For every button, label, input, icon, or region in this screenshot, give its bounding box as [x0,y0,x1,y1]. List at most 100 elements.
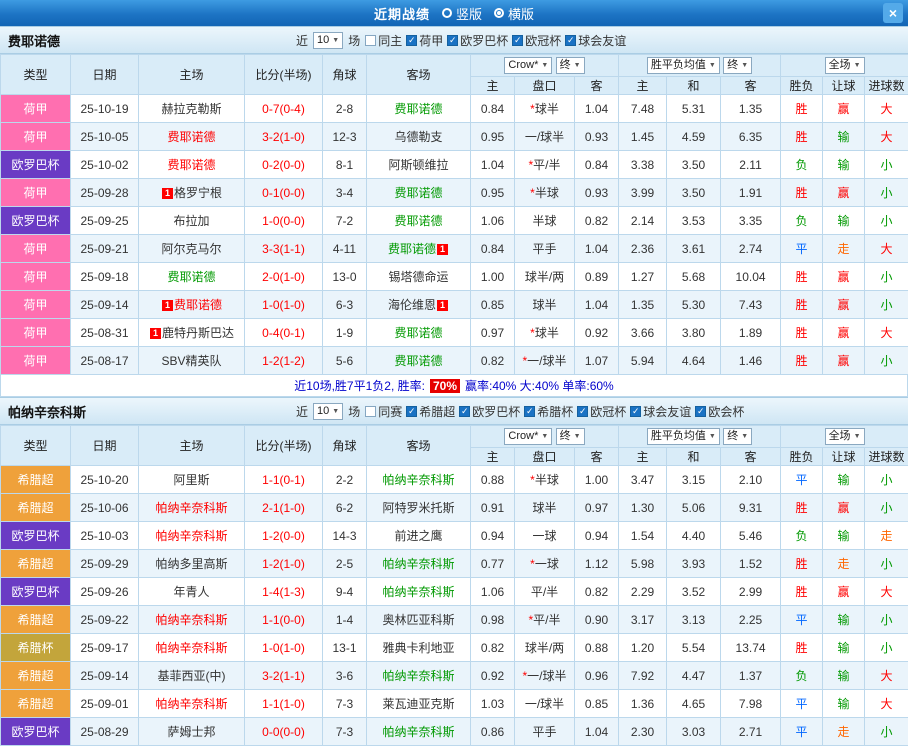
dropdown-arrow-icon: ▼ [332,407,340,415]
euro-draw-odds: 5.06 [666,493,722,522]
filter-checkbox-欧罗巴杯[interactable]: ✓ 欧罗巴杯 [447,32,508,49]
odds-company-select[interactable]: Crow* ▼ [504,57,553,74]
match-score: 1-0(0-0) [244,206,323,235]
filter-checkbox-欧冠杯[interactable]: ✓ 欧冠杯 [577,403,626,420]
filter-checkbox-希腊杯[interactable]: ✓ 希腊杯 [524,403,573,420]
asian-handicap: *一/球半 [514,346,575,375]
match-row: 希腊超 25-09-29 帕纳多里高斯 1-2(1-0) 2-5 帕纳辛奈科斯 0.77 *一… [0,549,908,578]
odds-time-select[interactable]: 终 ▼ [555,428,585,445]
col-result-goals: 进球数 [864,76,908,95]
match-score: 1-1(0-1) [244,465,323,494]
filter-checkbox-荷甲[interactable]: ✓ 荷甲 [406,32,443,49]
euro-odds-select[interactable]: 胜平负均值 ▼ [646,428,720,445]
checkbox-checked-icon: ✓ [577,405,589,417]
scope-select[interactable]: 全场 ▼ [824,428,865,445]
league-badge: 欧罗巴杯 [0,577,71,606]
checkbox-label: 希腊超 [419,404,456,419]
match-score: 0-4(0-1) [244,318,323,347]
filter-checkbox-同主[interactable]: 同主 [365,32,402,49]
euro-away-odds: 2.10 [720,465,782,494]
col-result-wdl: 胜负 [780,76,824,95]
team-name: 费耶诺德 [167,270,216,284]
col-asian-handicap: 盘口 [514,76,575,95]
result-handicap: 赢 [822,178,866,207]
close-button[interactable]: × [883,3,903,23]
euro-away-odds: 7.43 [720,290,782,319]
asian-handicap: *一/球半 [514,661,575,690]
checkbox-label: 球会友谊 [643,404,692,419]
euro-away-odds: 1.89 [720,318,782,347]
result-wdl: 负 [780,206,824,235]
filter-checkbox-球会友谊[interactable]: ✓ 球会友谊 [630,403,691,420]
odds-company-select[interactable]: Crow* ▼ [504,428,553,445]
filter-checkbox-球会友谊[interactable]: ✓ 球会友谊 [565,32,626,49]
euro-odds-group: 胜平负均值 ▼ 终 ▼ [618,54,782,77]
team-name: 费耶诺德 [173,298,222,312]
league-badge: 欧罗巴杯 [0,717,71,746]
filter-checkbox-欧冠杯[interactable]: ✓ 欧冠杯 [512,32,561,49]
result-goals: 小 [864,290,908,319]
layout-option-horizontal[interactable]: 横版 [494,4,534,23]
euro-time-select[interactable]: 终 ▼ [723,57,753,74]
result-goals: 小 [864,178,908,207]
league-badge: 荷甲 [0,122,71,151]
corner-score: 14-3 [322,521,367,550]
euro-away-odds: 10.04 [720,262,782,291]
asian-home-odds: 0.95 [470,178,515,207]
asian-home-odds: 0.94 [470,521,515,550]
home-team-cell: SBV精英队 [138,346,245,375]
match-score: 1-1(1-0) [244,689,323,718]
result-goals: 小 [864,605,908,634]
checkbox-label: 希腊杯 [537,404,574,419]
asian-handicap: 平/半 [514,577,575,606]
euro-home-odds: 3.66 [618,318,668,347]
col-home: 主场 [138,54,245,95]
asian-home-odds: 0.84 [470,94,515,123]
result-handicap: 赢 [822,318,866,347]
result-handicap: 赢 [822,262,866,291]
home-team-cell: 帕纳辛奈科斯 [138,521,245,550]
asian-home-odds: 1.06 [470,577,515,606]
col-result-handicap: 让球 [822,76,866,95]
result-handicap: 走 [822,717,866,746]
team-name: 帕纳辛奈科斯 [382,669,455,683]
result-wdl: 胜 [780,262,824,291]
match-count-select[interactable]: 10 ▼ [313,402,344,420]
asian-away-odds: 0.97 [573,493,620,522]
corner-score: 7-3 [322,717,367,746]
col-home: 主场 [138,425,245,466]
filter-checkbox-group: 同主 ✓ 荷甲 ✓ 欧罗巴杯 ✓ 欧冠杯 ✓ 球会友谊 [365,32,626,49]
euro-home-odds: 1.54 [618,521,668,550]
filter-checkbox-同赛[interactable]: 同赛 [365,403,402,420]
record-summary: 近10场,胜7平1负2, 胜率: 70% 赢率:40% 大:40% 单率:60% [0,375,908,397]
euro-odds-select[interactable]: 胜平负均值 ▼ [646,57,720,74]
scope-select[interactable]: 全场 ▼ [824,57,865,74]
col-euro-away: 客 [720,447,782,466]
home-team-cell: 帕纳辛奈科斯 [138,689,245,718]
corner-score: 2-5 [322,549,367,578]
match-score: 0-0(0-0) [244,717,323,746]
match-count-select[interactable]: 10 ▼ [313,31,344,49]
asian-handicap: *半球 [514,465,575,494]
match-row: 希腊超 25-09-22 帕纳辛奈科斯 1-1(0-0) 1-4 奥林匹亚科斯 0.98 *平… [0,605,908,634]
match-date: 25-09-29 [70,549,139,578]
asian-away-odds: 0.88 [573,633,620,662]
euro-time-select[interactable]: 终 ▼ [723,428,753,445]
filter-controls: 近 10 ▼ 场 同赛 ✓ 希腊超 ✓ 欧罗巴杯 ✓ 希腊杯 ✓ 欧冠杯 ✓ 球会友谊 ✓ 欧会杯 [296,402,744,420]
filter-checkbox-欧罗巴杯[interactable]: ✓ 欧罗巴杯 [459,403,520,420]
asian-home-odds: 0.82 [470,633,515,662]
match-date: 25-09-01 [70,689,139,718]
layout-option-vertical[interactable]: 竖版 [441,4,482,23]
filter-checkbox-欧会杯[interactable]: ✓ 欧会杯 [695,403,744,420]
away-team-cell: 锡塔德命运 [366,262,471,291]
odds-time-select[interactable]: 终 ▼ [555,57,585,74]
euro-home-odds: 1.36 [618,689,668,718]
team-name: 鹿特丹斯巴达 [161,326,234,340]
dropdown-arrow-icon: ▼ [541,62,549,69]
league-badge: 希腊杯 [0,633,71,662]
euro-odds-group: 胜平负均值 ▼ 终 ▼ [618,425,782,448]
filter-checkbox-希腊超[interactable]: ✓ 希腊超 [406,403,455,420]
handicap-star-marker: * [530,473,535,487]
match-score: 1-2(0-0) [244,521,323,550]
result-handicap: 走 [822,549,866,578]
